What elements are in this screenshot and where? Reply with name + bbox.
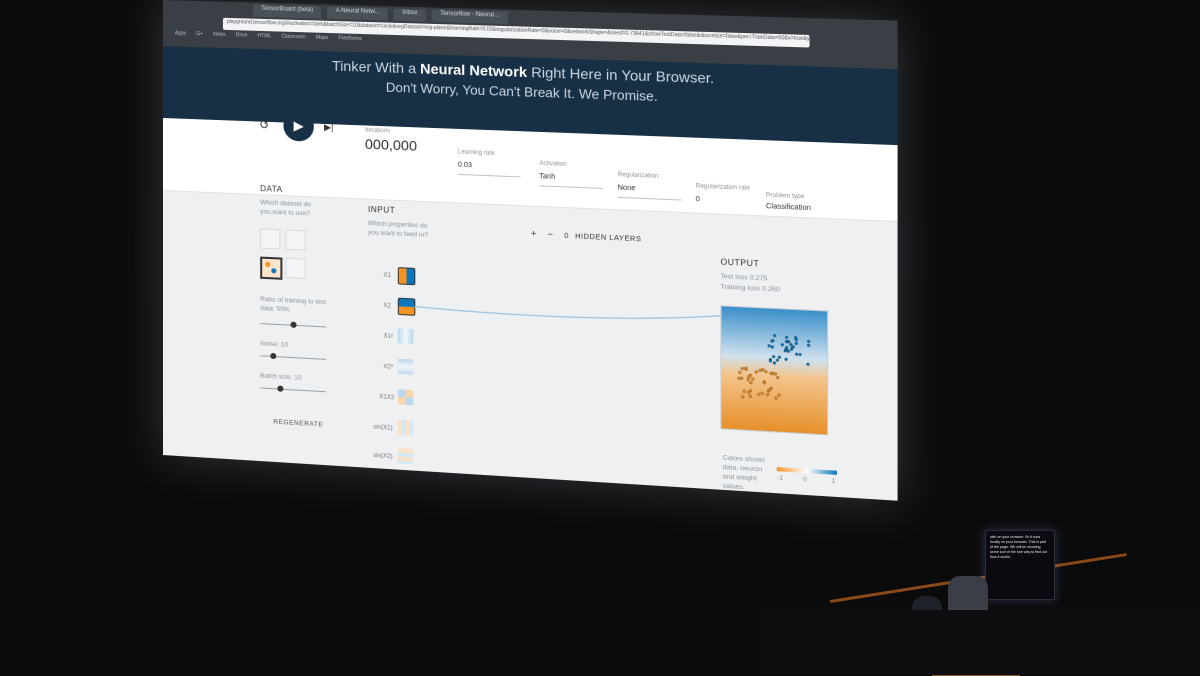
data-point [741,395,744,398]
data-point [778,394,781,397]
heatmap-background [721,306,828,435]
data-point [750,381,753,384]
data-point [740,377,743,380]
data-point [773,334,776,337]
data-point [759,369,762,372]
data-point [772,372,775,375]
data-point [773,362,776,365]
legend-text: Colors shows data, neuron and weight val… [722,454,765,492]
data-point [795,353,798,356]
data-point [795,342,798,345]
data-point [772,339,775,342]
data-point [781,343,784,346]
data-point [790,348,793,351]
data-point [763,381,766,384]
data-point [776,376,779,379]
legend-min: -1 [776,474,784,483]
data-point [792,345,795,348]
data-point [769,360,772,363]
weight-link [414,300,720,324]
data-point [775,397,778,400]
legend-mid: 0 [802,475,807,484]
data-point [747,391,750,394]
remove-layer-button[interactable]: − [548,229,554,240]
projected-screen: TensorBoard (beta) A Neural Netw... Inbo… [163,0,898,501]
output-panel-title: OUTPUT [720,257,760,269]
data-point [747,375,750,378]
data-point [771,346,774,349]
data-point [745,367,748,370]
data-point [799,353,802,356]
data-point [807,340,810,343]
output-heatmap-svg [721,306,828,435]
data-point [751,378,754,381]
output-heatmap [720,305,829,436]
data-point [741,367,744,370]
data-point [785,358,788,361]
data-point [743,390,746,393]
data-point [807,344,810,347]
data-point [768,344,771,347]
data-point [764,370,767,373]
caption-monitor: with on your browser. So it runs locally… [985,530,1055,600]
data-point [766,393,769,396]
data-point [772,355,775,358]
data-point [755,370,758,373]
legend-max: 1 [831,477,836,486]
hidden-layers-count: 0 [564,232,569,241]
data-point [761,368,764,371]
data-point [785,336,788,339]
data-point [807,363,810,366]
add-layer-button[interactable]: + [531,228,537,239]
data-point [776,359,779,362]
data-point [789,343,792,346]
data-point [761,392,764,395]
data-point [795,338,798,341]
data-point [785,346,788,349]
data-point [747,378,750,381]
data-point [778,356,781,359]
audience-silhouettes [760,610,1200,675]
data-point [757,393,760,396]
data-point [768,388,771,391]
data-point [738,371,741,374]
data-point [786,340,789,343]
data-point [749,395,752,398]
